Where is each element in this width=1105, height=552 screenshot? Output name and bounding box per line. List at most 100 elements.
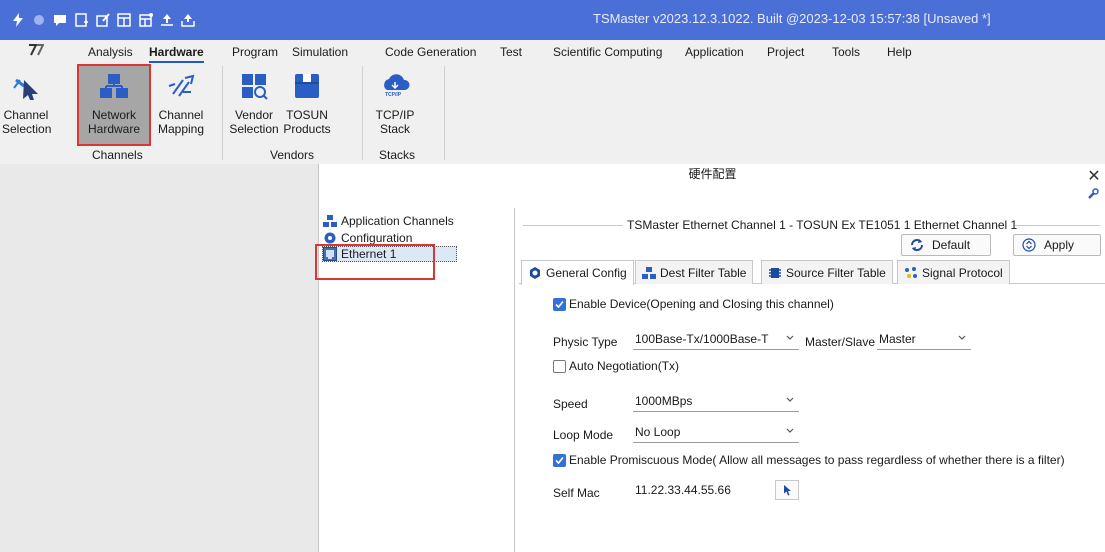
cursor-arrow-icon (784, 485, 791, 496)
tab-signal-protocol[interactable]: Signal Protocol (897, 260, 1010, 284)
menu-code-generation[interactable]: Code Generation (385, 45, 476, 59)
menu-tools[interactable]: Tools (832, 45, 860, 59)
tcpip-stack-button[interactable]: TCP/IP Stack (372, 66, 418, 148)
ribbon-separator (362, 66, 363, 160)
speed-value: 1000MBps (635, 393, 693, 408)
gear-icon (323, 231, 337, 245)
tab-label: General Config (546, 266, 627, 280)
promiscuous-mode-checkbox[interactable]: Enable Promiscuous Mode( Allow all messa… (553, 453, 1065, 467)
speed-select[interactable]: 1000MBps (633, 390, 799, 412)
tree-item-application-channels[interactable]: Application Channels (323, 213, 454, 229)
channel-mapping-label-1: Channel (158, 108, 204, 122)
menu-scientific-computing[interactable]: Scientific Computing (553, 45, 662, 59)
menu-simulation[interactable]: Simulation (292, 45, 348, 59)
physic-type-label: Physic Type (553, 335, 618, 349)
channel-selection-label-2: Selection (2, 122, 52, 136)
tab-dest-filter-table[interactable]: Dest Filter Table (635, 260, 754, 284)
tab-general-config[interactable]: General Config (521, 260, 634, 285)
self-mac-value: 11.22.33.44.55.66 (635, 483, 731, 497)
menu-help[interactable]: Help (887, 45, 912, 59)
network-icon (323, 214, 337, 228)
tosun-products-button[interactable]: TOSUN Products (282, 66, 332, 148)
menu-analysis[interactable]: Analysis (88, 45, 133, 59)
self-mac-input[interactable]: 11.22.33.44.55.66 (633, 479, 773, 501)
vendor-selection-button[interactable]: Vendor Selection (228, 66, 280, 148)
cursor-pointer-icon (10, 70, 42, 102)
loop-mode-select[interactable]: No Loop (633, 421, 799, 443)
chevron-down-icon (786, 335, 794, 340)
title-rule (1015, 225, 1100, 226)
apply-button[interactable]: Apply (1013, 234, 1101, 256)
chip-icon (768, 266, 782, 280)
network-hardware-button[interactable]: Network Hardware (77, 64, 151, 146)
tree-item-label: Application Channels (341, 214, 454, 228)
enable-device-checkbox[interactable]: Enable Device(Opening and Closing this c… (553, 297, 834, 311)
record-dot-icon[interactable] (29, 0, 49, 40)
window-edit-icon[interactable] (93, 0, 113, 40)
ribbon-group-vendors: Vendors (270, 148, 315, 162)
tcpip-stack-label-2: Stack (379, 122, 410, 136)
dialog-title: 硬件配置 (688, 167, 737, 181)
refresh-icon (910, 238, 924, 252)
upload-icon[interactable] (157, 0, 177, 40)
flash-icon[interactable] (8, 0, 28, 40)
master-slave-label: Master/Slave (805, 335, 876, 349)
channel-title-row: TSMaster Ethernet Channel 1 - TOSUN Ex T… (517, 218, 1105, 232)
wrench-icon[interactable] (1087, 188, 1099, 200)
physic-type-select[interactable]: 100Base-Tx/1000Base-T (633, 328, 799, 350)
menu-program[interactable]: Program (232, 45, 278, 59)
message-icon[interactable] (50, 0, 70, 40)
title-bar: TSMaster v2023.12.3.1022. Built @2023-12… (0, 0, 1105, 40)
channel-mapping-label-2: Mapping (157, 122, 205, 136)
config-tabs: General Config Dest Filter Table Source … (519, 260, 1105, 285)
layout-edit-icon[interactable] (136, 0, 156, 40)
apply-label: Apply (1044, 238, 1075, 252)
tcpip-badge: TCP/IP (385, 92, 402, 98)
menu-test[interactable]: Test (500, 45, 522, 59)
network-icon (642, 266, 656, 280)
auto-negotiation-checkbox[interactable]: Auto Negotiation(Tx) (553, 359, 679, 373)
auto-negotiation-label: Auto Negotiation(Tx) (569, 359, 680, 373)
checkbox-checked-icon (553, 453, 566, 467)
gear-badge-icon (528, 266, 542, 280)
highlight-box (315, 244, 435, 280)
promiscuous-mode-label: Enable Promiscuous Mode( Allow all messa… (569, 453, 1065, 467)
ribbon-separator (444, 66, 445, 160)
tab-label: Source Filter Table (786, 265, 886, 280)
layout-icon[interactable] (114, 0, 134, 40)
tosun-products-label-1: TOSUN (286, 108, 328, 122)
channel-mapping-icon (165, 70, 197, 102)
physic-type-value: 100Base-Tx/1000Base-T (635, 331, 769, 346)
close-icon[interactable]: ✕ (1087, 166, 1101, 186)
channel-mapping-button[interactable]: Channel Mapping (156, 66, 206, 148)
tcpip-stack-label-1: TCP/IP (375, 108, 415, 122)
chevron-down-icon (786, 428, 794, 433)
tab-source-filter-table[interactable]: Source Filter Table (761, 260, 893, 284)
network-hardware-label-1: Network (91, 108, 136, 122)
window-title: TSMaster v2023.12.3.1022. Built @2023-12… (593, 11, 991, 26)
enable-device-label: Enable Device(Opening and Closing this c… (569, 297, 834, 311)
chevron-down-icon (958, 335, 966, 340)
menu-project[interactable]: Project (767, 45, 804, 59)
window-add-icon[interactable] (72, 0, 92, 40)
apply-icon (1022, 238, 1036, 252)
mac-pick-button[interactable] (775, 480, 799, 500)
app-logo-icon[interactable] (28, 43, 45, 60)
chevron-down-icon (786, 397, 794, 402)
master-slave-select[interactable]: Master (877, 328, 971, 350)
vendor-search-icon (238, 70, 270, 102)
channel-selection-button[interactable]: Channel Selection (2, 66, 52, 148)
checkbox-checked-icon (553, 297, 566, 311)
menu-bar: Analysis Hardware Program Simulation Cod… (0, 40, 1105, 64)
menu-hardware[interactable]: Hardware (149, 45, 204, 63)
self-mac-label: Self Mac (553, 486, 600, 500)
vendor-selection-label-2: Selection (229, 122, 279, 136)
default-button[interactable]: Default (901, 234, 991, 256)
menu-application[interactable]: Application (685, 45, 744, 59)
title-rule (523, 225, 623, 226)
ribbon-separator (222, 66, 223, 160)
export-icon[interactable] (178, 0, 198, 40)
dots-icon (904, 266, 918, 280)
network-hardware-label-2: Hardware (87, 122, 141, 136)
network-hardware-icon (98, 70, 130, 102)
